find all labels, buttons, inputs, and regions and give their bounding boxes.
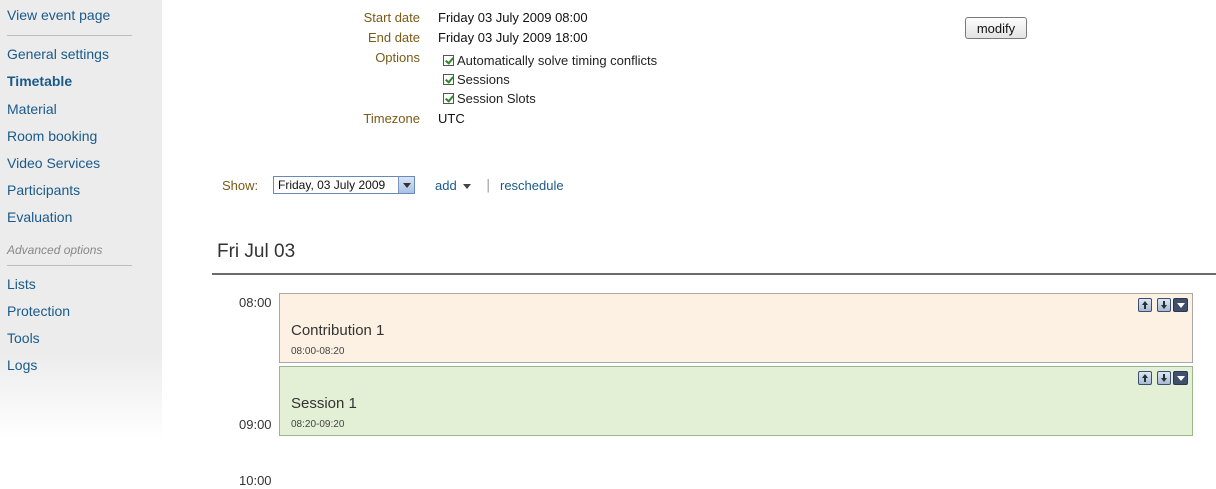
timezone-value: UTC [438,111,465,126]
sidebar-item-material[interactable]: Material [7,101,57,117]
show-label: Show: [222,178,259,193]
sidebar: View event page General settings Timetab… [0,0,162,440]
checkbox-auto-solve-conflicts[interactable] [443,54,454,66]
entry-title: Session 1 [291,395,357,412]
sidebar-item-general-settings[interactable]: General settings [7,46,109,62]
entry-time: 08:20-09:20 [291,419,345,430]
start-date-label: Start date [363,10,420,25]
entry-title: Contribution 1 [291,322,385,339]
toolbar-separator: | [486,178,491,193]
caret-down-icon[interactable] [463,184,471,189]
option-label: Session Slots [457,90,536,106]
move-down-icon[interactable] [1157,298,1171,312]
day-select[interactable]: Friday, 03 July 2009 [273,176,415,194]
sidebar-item-protection[interactable]: Protection [7,303,70,319]
start-date-value: Friday 03 July 2009 08:00 [438,10,588,25]
day-title: Fri Jul 03 [217,241,296,262]
timezone-label: Timezone [363,111,420,126]
sidebar-item-lists[interactable]: Lists [7,276,36,292]
checkbox-session-slots[interactable] [443,92,454,104]
sidebar-item-evaluation[interactable]: Evaluation [7,209,72,225]
entry-menu-icon[interactable] [1173,298,1188,312]
option-auto-solve-conflicts: Automatically solve timing conflicts [443,52,657,68]
day-divider [212,273,1216,275]
end-date-label: End date [367,30,420,45]
hour-label: 09:00 [239,417,272,432]
end-date-value: Friday 03 July 2009 18:00 [438,30,588,45]
timetable-entry-session[interactable]: Session 1 08:20-09:20 [279,366,1193,436]
sidebar-divider [7,35,132,36]
entry-menu-icon[interactable] [1173,371,1188,385]
reschedule-link[interactable]: reschedule [500,178,564,193]
day-select-value: Friday, 03 July 2009 [278,178,386,192]
advanced-options-header: Advanced options [7,243,103,257]
option-label: Automatically solve timing conflicts [457,52,658,68]
option-label: Sessions [457,71,510,87]
sidebar-item-participants[interactable]: Participants [7,182,80,198]
sidebar-item-video-services[interactable]: Video Services [7,155,100,171]
modify-button[interactable]: modify [965,17,1027,39]
move-up-icon[interactable] [1138,371,1152,385]
option-sessions: Sessions [443,71,510,87]
sidebar-item-logs[interactable]: Logs [7,357,37,373]
view-event-page-link[interactable]: View event page [7,7,110,23]
chevron-down-icon[interactable] [398,177,414,193]
move-up-icon[interactable] [1138,298,1152,312]
hour-label: 10:00 [239,473,272,488]
sidebar-item-room-booking[interactable]: Room booking [7,128,97,144]
entry-time: 08:00-08:20 [291,346,345,357]
sidebar-item-timetable[interactable]: Timetable [7,73,72,89]
add-menu-link[interactable]: add [435,178,457,193]
option-session-slots: Session Slots [443,90,536,106]
options-label: Options [375,50,420,65]
hour-label: 08:00 [239,295,272,310]
move-down-icon[interactable] [1157,371,1171,385]
timetable-entry-contribution[interactable]: Contribution 1 08:00-08:20 [279,293,1193,363]
checkbox-sessions[interactable] [443,73,454,85]
sidebar-item-tools[interactable]: Tools [7,330,40,346]
sidebar-divider [7,265,132,266]
